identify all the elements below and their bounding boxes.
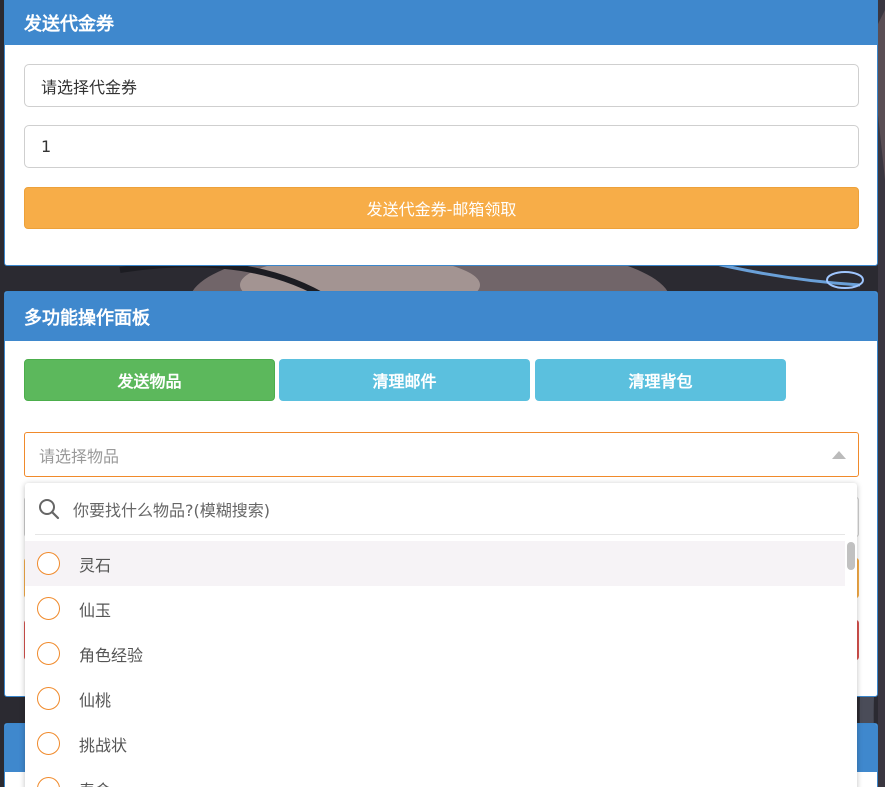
item-select[interactable]: 请选择物品	[24, 432, 859, 477]
radio-circle-icon[interactable]	[37, 777, 60, 787]
tab-clear-mail[interactable]: 清理邮件	[279, 359, 530, 401]
item-select-placeholder: 请选择物品	[39, 446, 120, 466]
caret-up-icon	[832, 451, 846, 459]
dropdown-option[interactable]: 角色经验	[25, 631, 845, 676]
dropdown-option[interactable]: 灵石	[25, 541, 845, 586]
dropdown-option[interactable]: 寿命	[25, 766, 845, 787]
radio-circle-icon[interactable]	[37, 687, 60, 710]
radio-circle-icon[interactable]	[37, 552, 60, 575]
option-label: 挑战状	[79, 735, 128, 755]
option-label: 角色经验	[79, 645, 144, 665]
voucher-select[interactable]: 请选择代金券	[24, 64, 859, 107]
option-label: 灵石	[79, 555, 112, 575]
dropdown-option[interactable]: 仙桃	[25, 676, 845, 721]
quantity-input[interactable]: 1	[24, 125, 859, 168]
voucher-panel: 发送代金券 请选择代金券 1 发送代金券-邮箱领取	[4, 0, 878, 266]
multi-panel-title: 多功能操作面板	[5, 292, 877, 341]
tab-send-item[interactable]: 发送物品	[24, 359, 275, 401]
radio-circle-icon[interactable]	[37, 732, 60, 755]
search-icon	[39, 498, 60, 519]
send-voucher-button[interactable]: 发送代金券-邮箱领取	[24, 187, 859, 229]
voucher-panel-title: 发送代金券	[5, 0, 877, 45]
radio-circle-icon[interactable]	[37, 597, 60, 620]
item-search-box[interactable]: 你要找什么物品?(模糊搜索)	[35, 483, 845, 535]
option-label: 仙桃	[79, 690, 112, 710]
tab-clear-bag[interactable]: 清理背包	[535, 359, 786, 401]
dropdown-option[interactable]: 仙玉	[25, 586, 845, 631]
option-label: 寿命	[79, 777, 111, 787]
item-dropdown: 你要找什么物品?(模糊搜索) 灵石 仙玉 角色经验 仙桃 挑战状 寿命	[25, 483, 857, 787]
dropdown-option[interactable]: 挑战状	[25, 721, 845, 766]
option-label: 仙玉	[79, 600, 112, 620]
radio-circle-icon[interactable]	[37, 642, 60, 665]
item-search-placeholder: 你要找什么物品?(模糊搜索)	[73, 500, 270, 520]
dropdown-scrollbar[interactable]	[847, 542, 855, 570]
